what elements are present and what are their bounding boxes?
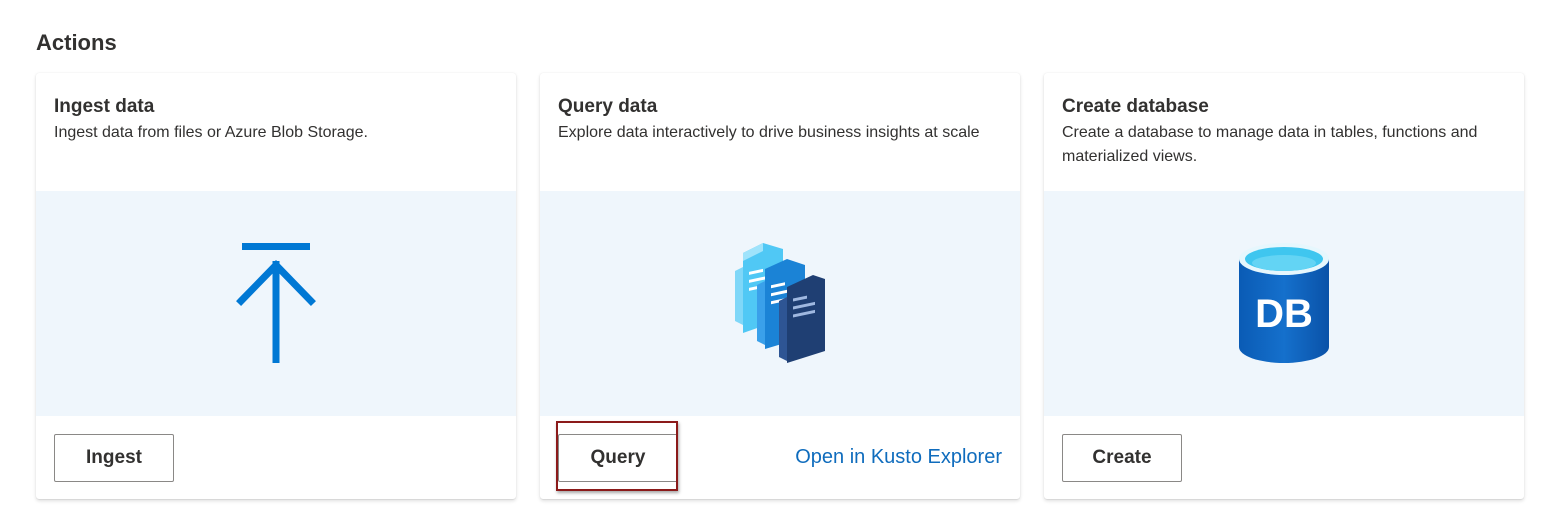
card-footer: Ingest — [36, 416, 516, 499]
database-icon: DB — [1239, 242, 1329, 363]
card-header: Query data Explore data interactively to… — [540, 73, 1020, 191]
card-header: Create database Create a database to man… — [1044, 73, 1524, 191]
card-title: Create database — [1062, 96, 1209, 117]
card-illustration — [36, 191, 516, 416]
section-title: Actions — [36, 30, 117, 55]
card-description: Explore data interactively to drive busi… — [558, 124, 980, 141]
ingest-button[interactable]: Ingest — [54, 434, 174, 482]
actions-cards: Ingest data Ingest data from files or Az… — [36, 73, 1524, 499]
card-footer: Query Open in Kusto Explorer — [540, 416, 1020, 499]
database-icon-label: DB — [1255, 292, 1313, 336]
query-documents-icon — [735, 243, 825, 363]
card-footer: Create — [1044, 416, 1524, 499]
card-description: Ingest data from files or Azure Blob Sto… — [54, 124, 368, 141]
ingest-data-card: Ingest data Ingest data from files or Az… — [36, 73, 516, 499]
card-illustration: DB — [1044, 191, 1524, 416]
open-in-kusto-explorer-link[interactable]: Open in Kusto Explorer — [795, 446, 1002, 469]
card-illustration — [540, 191, 1020, 416]
query-data-card: Query data Explore data interactively to… — [540, 73, 1020, 499]
card-header: Ingest data Ingest data from files or Az… — [36, 73, 516, 191]
create-button[interactable]: Create — [1062, 434, 1182, 482]
upload-arrow-icon — [236, 242, 316, 363]
create-database-card: Create database Create a database to man… — [1044, 73, 1524, 499]
card-title: Ingest data — [54, 96, 155, 117]
card-description: Create a database to manage data in tabl… — [1062, 124, 1478, 165]
card-title: Query data — [558, 96, 658, 117]
query-button[interactable]: Query — [558, 434, 678, 482]
